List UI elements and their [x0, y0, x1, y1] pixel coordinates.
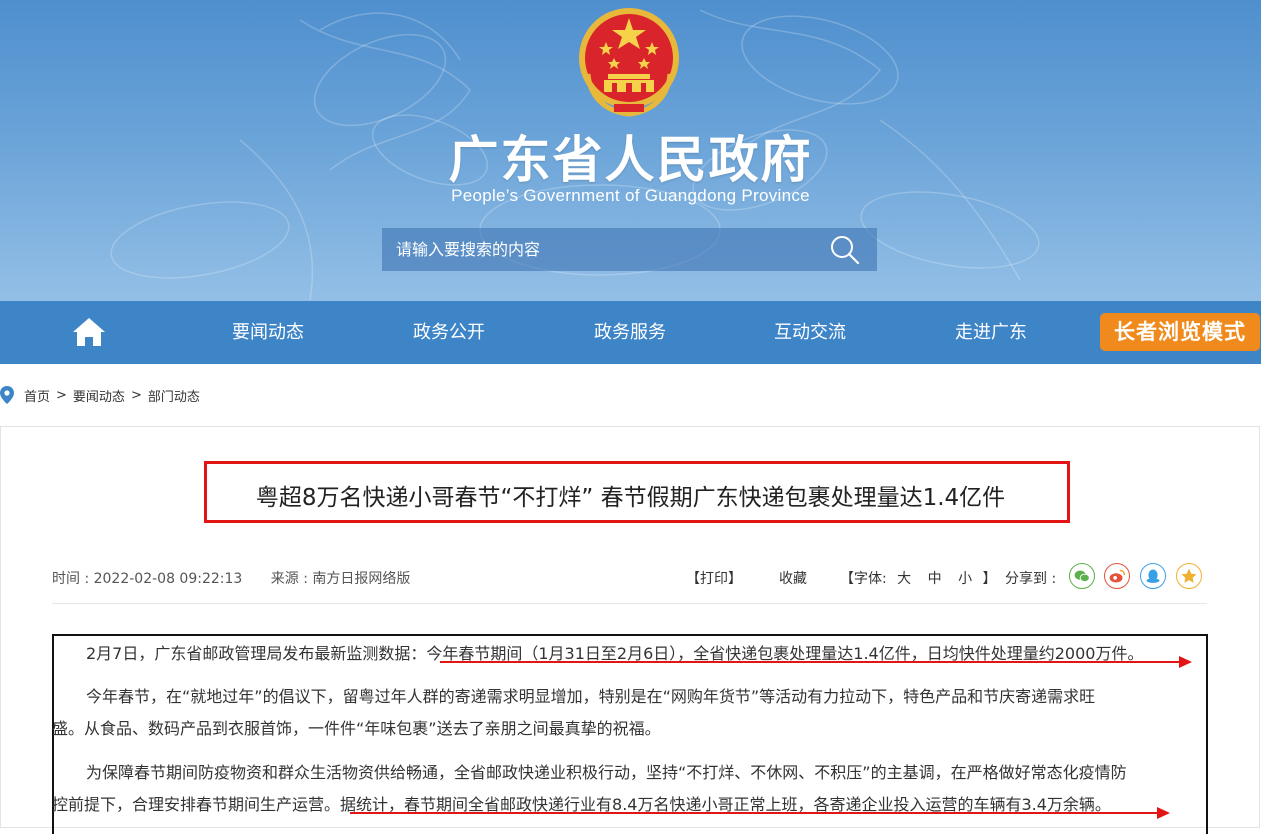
- search-icon[interactable]: [828, 234, 862, 266]
- paragraph-3-text-2: 控前提下，合理安排春节期间生产运营。: [52, 795, 341, 814]
- arrow-head-1: [1179, 656, 1192, 668]
- breadcrumb-home[interactable]: 首页: [24, 386, 50, 405]
- search-box: [382, 228, 877, 271]
- paragraph-2-line-1: 今年春节，在“就地过年”的倡议下，留粤过年人群的寄递需求明显增加，特别是在“网购…: [52, 679, 1212, 715]
- font-size-small[interactable]: 小: [958, 571, 972, 587]
- paragraph-2-text-2: 盛。从食品、数码产品到衣服首饰，一件件“年味包裹”送去了亲朋之间最真挚的祝福。: [52, 719, 661, 738]
- paragraph-1: 2月7日，广东省邮政管理局发布最新监测数据：今年春节期间（1月31日至2月6日）…: [52, 636, 1212, 672]
- underline-annotation-1: [440, 661, 1180, 663]
- article-meta: 时间 : 2022-02-08 09:22:13 来源 : 南方日报网络版: [52, 568, 410, 588]
- nav-item-gov-affairs-open[interactable]: 政务公开: [413, 301, 485, 364]
- breadcrumb-news[interactable]: 要闻动态: [73, 386, 125, 405]
- nav-item-news[interactable]: 要闻动态: [232, 301, 304, 364]
- breadcrumb-department-news[interactable]: 部门动态: [148, 386, 200, 405]
- paragraph-1-intro: 2月7日，广东省邮政管理局发布最新监测数据：: [86, 644, 427, 663]
- nav-item-about-guangdong[interactable]: 走进广东: [955, 301, 1027, 364]
- qq-icon[interactable]: [1140, 563, 1166, 589]
- favorite-button[interactable]: 收藏: [779, 568, 807, 588]
- breadcrumb-separator: >: [130, 387, 142, 403]
- underline-annotation-2: [350, 812, 1158, 814]
- nav-item-interaction[interactable]: 互动交流: [774, 301, 846, 364]
- paragraph-2-line-2: 盛。从食品、数码产品到衣服首饰，一件件“年味包裹”送去了亲朋之间最真挚的祝福。: [52, 711, 1212, 747]
- site-subtitle: People’s Government of Guangdong Provinc…: [451, 186, 810, 205]
- qzone-icon[interactable]: [1176, 563, 1202, 589]
- header-banner: 广东省人民政府 People’s Government of Guangdong…: [0, 0, 1261, 301]
- site-title: 广东省人民政府: [448, 131, 813, 189]
- font-size-label: 【字体:: [840, 571, 887, 587]
- publish-time: 时间 : 2022-02-08 09:22:13: [52, 571, 243, 587]
- location-pin-icon: [0, 386, 14, 404]
- paragraph-3-text-1: 为保障春节期间防疫物资和群众生活物资供给畅通，全省邮政快递业积极行动，坚持“不打…: [86, 763, 1127, 782]
- font-size-medium[interactable]: 中: [928, 571, 942, 587]
- national-emblem-icon: [579, 8, 679, 117]
- search-input[interactable]: [382, 228, 812, 271]
- elder-mode-button[interactable]: 长者浏览模式: [1100, 313, 1260, 351]
- article-title: 粤超8万名快递小哥春节“不打烊” 春节假期广东快递包裹处理量达1.4亿件: [255, 485, 1006, 511]
- font-size-close: 】: [982, 571, 997, 587]
- breadcrumb-separator: >: [56, 387, 67, 403]
- nav-item-gov-services[interactable]: 政务服务: [594, 301, 666, 364]
- home-icon[interactable]: [72, 317, 106, 347]
- wechat-icon[interactable]: [1069, 563, 1095, 589]
- meta-divider: [52, 603, 1207, 604]
- font-size-large[interactable]: 大: [897, 571, 911, 587]
- arrow-head-2: [1157, 807, 1170, 819]
- font-size-controls: 【字体: 大 中 小 】: [840, 568, 997, 588]
- print-button[interactable]: 【打印】: [686, 568, 742, 588]
- main-nav: 要闻动态 政务公开 政务服务 互动交流 走进广东 长者浏览模式: [0, 301, 1261, 364]
- weibo-icon[interactable]: [1104, 563, 1130, 589]
- paragraph-3-line-1: 为保障春节期间防疫物资和群众生活物资供给畅通，全省邮政快递业积极行动，坚持“不打…: [52, 755, 1212, 791]
- breadcrumb: 首页 > 要闻动态 > 部门动态: [0, 385, 200, 405]
- share-label: 分享到 :: [1005, 571, 1057, 587]
- paragraph-2-text-1: 今年春节，在“就地过年”的倡议下，留粤过年人群的寄递需求明显增加，特别是在“网购…: [86, 687, 1096, 706]
- article-source: 来源 : 南方日报网络版: [270, 571, 411, 587]
